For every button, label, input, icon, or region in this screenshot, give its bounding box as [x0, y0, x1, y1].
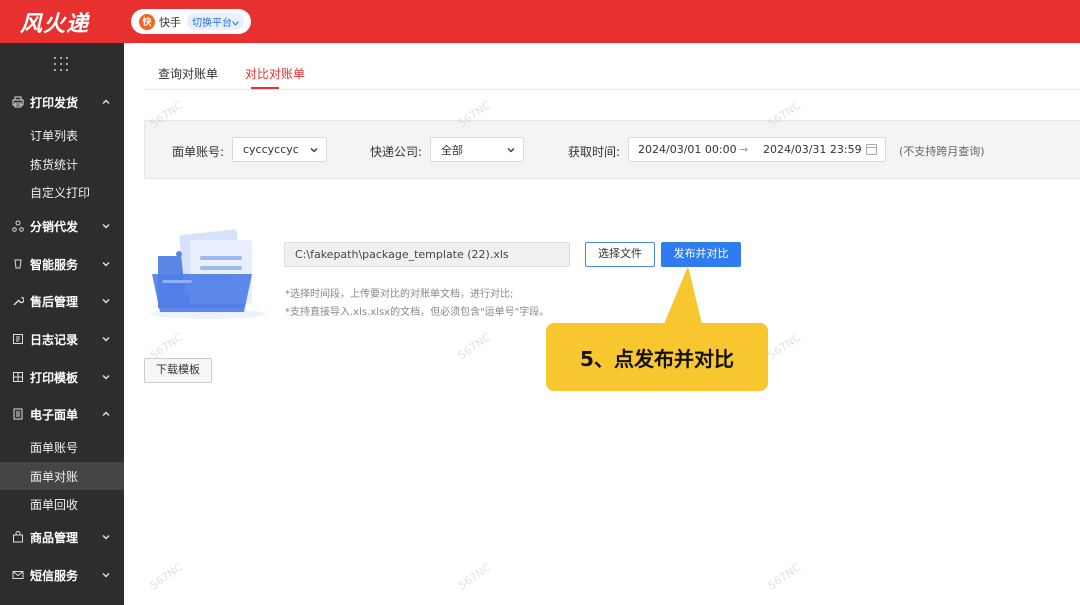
switch-platform-link[interactable]: 切换平台 [187, 13, 244, 30]
sidebar-item-order-list[interactable]: 订单列表 [0, 121, 124, 149]
template-icon [12, 371, 24, 383]
sidebar-group-label: 打印发货 [30, 95, 79, 110]
platform-name: 快手 [159, 15, 181, 29]
sidebar-group-products[interactable]: 商品管理 [0, 518, 124, 556]
watermark: 567NC [147, 560, 186, 593]
sidebar-group-label: 智能服务 [30, 257, 79, 272]
brand-logo[interactable]: 风火递 [20, 6, 89, 38]
sidebar-item-waybill-account[interactable]: 面单账号 [0, 433, 124, 461]
chevron-down-icon [102, 261, 110, 267]
sidebar-item-custom-print[interactable]: 自定义打印 [0, 178, 124, 206]
printer-icon [12, 96, 24, 108]
range-start[interactable]: 2024/03/01 00:00 [638, 143, 737, 156]
chevron-down-icon [102, 572, 110, 578]
watermark: 567NC [765, 330, 804, 363]
chevron-down-icon [102, 298, 110, 304]
sidebar-group-label: 分销代发 [30, 219, 79, 234]
document-icon [12, 408, 24, 420]
tab-bar: 查询对账单 对比对账单 [144, 43, 1080, 90]
platform-switcher[interactable]: 快 快手 切换平台 [131, 9, 251, 34]
sidebar-group-print-ship[interactable]: 打印发货 [0, 83, 124, 121]
range-hint: (不支持跨月查询) [899, 145, 985, 158]
calendar-icon[interactable] [866, 144, 877, 155]
account-select-value: cyccyccyc [243, 143, 299, 156]
smart-service-icon [12, 258, 24, 270]
watermark: 567NC [765, 560, 804, 593]
sidebar-group-e-waybill[interactable]: 电子面单 [0, 395, 124, 433]
courier-label: 快递公司: [370, 145, 423, 159]
sidebar-group-label: 售后管理 [30, 294, 79, 309]
upload-note-2: *支持直接导入.xls.xlsx的文档，但必须包含"运单号"字段。 [285, 307, 550, 318]
switch-platform-label: 切换平台 [192, 18, 232, 29]
distribution-icon [12, 220, 24, 232]
top-bar: 风火递 快 快手 切换平台 [0, 0, 1080, 43]
sidebar-group-label: 打印模板 [30, 370, 79, 385]
watermark: 567NC [455, 330, 494, 363]
sidebar-group-label: 商品管理 [30, 530, 79, 545]
account-label: 面单账号: [172, 145, 225, 159]
sidebar-group-label: 日志记录 [30, 332, 79, 347]
chevron-down-icon [232, 21, 239, 26]
sidebar-item-waybill-reconcile[interactable]: 面单对账 [0, 462, 124, 490]
chevron-down-icon [102, 336, 110, 342]
chevron-down-icon [310, 148, 318, 153]
log-icon [12, 333, 24, 345]
menu-grid-icon[interactable] [54, 57, 68, 71]
chevron-up-icon [102, 411, 110, 417]
watermark: 567NC [455, 560, 494, 593]
choose-file-button[interactable]: 选择文件 [585, 242, 655, 267]
mail-icon [12, 569, 24, 581]
sidebar-group-smart-service[interactable]: 智能服务 [0, 245, 124, 283]
sidebar-group-label: 电子面单 [30, 407, 79, 422]
callout-pointer [664, 266, 702, 324]
active-tab-indicator [251, 87, 279, 89]
sidebar-group-distribution[interactable]: 分销代发 [0, 207, 124, 245]
sidebar-item-waybill-recycle[interactable]: 面单回收 [0, 490, 124, 518]
sidebar-group-print-template[interactable]: 打印模板 [0, 358, 124, 396]
date-range-picker[interactable]: 2024/03/01 00:00 → 2024/03/31 23:59 [628, 137, 886, 162]
file-path-input[interactable]: C:\fakepath\package_template (22).xls [284, 242, 570, 267]
sidebar-item-picking-stats[interactable]: 拣货统计 [0, 150, 124, 178]
folder-upload-illustration [150, 229, 266, 319]
sidebar-group-sms[interactable]: 短信服务 [0, 556, 124, 594]
chevron-down-icon [102, 223, 110, 229]
account-select[interactable]: cyccyccyc [232, 137, 327, 162]
tab-query-statement[interactable]: 查询对账单 [158, 65, 218, 82]
sidebar-group-label: 短信服务 [30, 568, 79, 583]
upload-note-1: *选择时间段，上传要对比的对账单文档，进行对比; [285, 289, 514, 300]
wrench-icon [12, 295, 25, 307]
courier-select[interactable]: 全部 [430, 137, 524, 162]
tutorial-callout: 5、点发布并对比 [546, 323, 768, 391]
range-arrow-icon: → [739, 143, 749, 156]
chevron-down-icon [507, 148, 515, 153]
sidebar: 打印发货 订单列表 拣货统计 自定义打印 分销代发 智能服务 售后管理 日志记录… [0, 43, 124, 605]
sidebar-group-logs[interactable]: 日志记录 [0, 320, 124, 358]
chevron-up-icon [102, 99, 110, 105]
kuaishou-icon: 快 [139, 13, 155, 30]
time-label: 获取时间: [568, 145, 621, 159]
range-end[interactable]: 2024/03/31 23:59 [763, 143, 862, 156]
tab-compare-statement[interactable]: 对比对账单 [245, 65, 305, 82]
chevron-down-icon [102, 374, 110, 380]
bag-icon [12, 531, 24, 543]
sidebar-group-after-sales[interactable]: 售后管理 [0, 282, 124, 320]
chevron-down-icon [102, 534, 110, 540]
courier-select-value: 全部 [441, 143, 463, 157]
